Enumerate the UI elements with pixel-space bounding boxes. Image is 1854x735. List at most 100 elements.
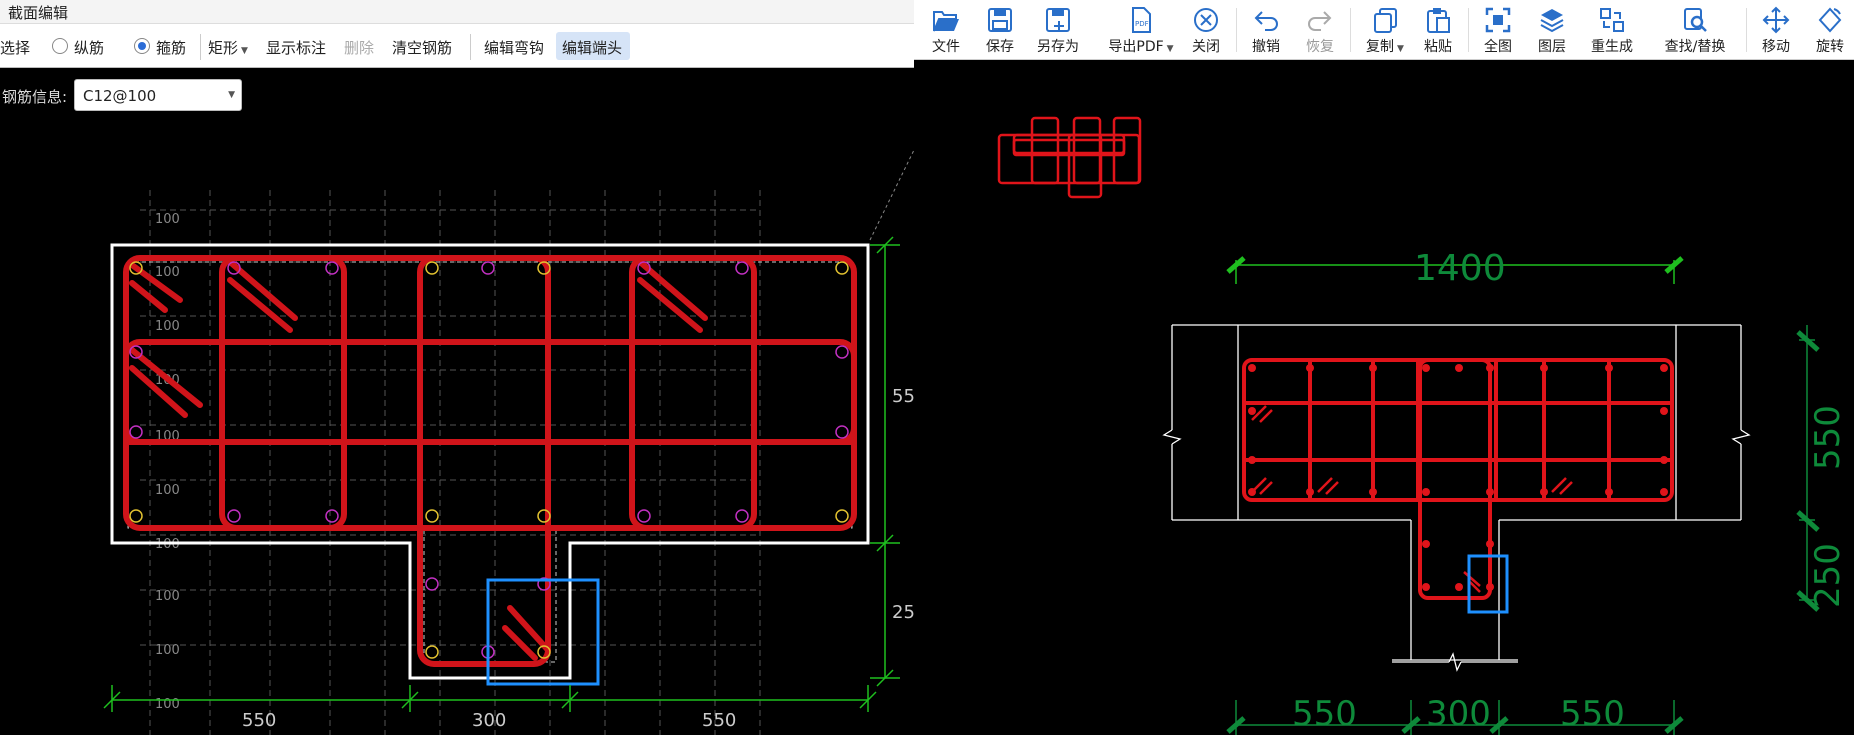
copy-icon — [1374, 8, 1397, 33]
move-label: 移动 — [1762, 39, 1790, 55]
stirrup-label[interactable]: 箍筋 — [156, 37, 186, 58]
cad-viewer-panel: 文件 保存 另存为 PDF 导出PDF ▼ 关闭 撤销 恢复 复制 ▼ 粘贴 全… — [914, 0, 1854, 735]
toolbar-separator — [1746, 8, 1747, 52]
paste-button[interactable]: 粘贴 — [1416, 0, 1460, 60]
grid-label: 100 — [155, 319, 180, 334]
layers-button[interactable]: 图层 — [1530, 0, 1574, 60]
file-label: 文件 — [932, 39, 960, 55]
dim-bottom-left: 550 — [1292, 694, 1357, 734]
copy-button[interactable]: 复制 ▼ — [1358, 0, 1412, 60]
preview-thumbnail — [997, 116, 1142, 199]
longitudinal-radio[interactable] — [52, 38, 68, 54]
move-button[interactable]: 移动 — [1754, 0, 1798, 60]
rebar-cage — [1242, 358, 1674, 600]
file-button[interactable]: 文件 — [926, 0, 966, 60]
regenerate-label: 重生成 — [1591, 39, 1633, 55]
paste-icon — [1427, 8, 1450, 33]
section-toolbar: 选择 纵筋 箍筋 矩形 ▼ 显示标注 删除 清空钢筋 编辑弯钩 编辑端头 — [0, 24, 914, 68]
fit-view-button[interactable]: 全图 — [1476, 0, 1520, 60]
dim-right-bottom: 25 — [892, 602, 914, 623]
chevron-down-icon: ▼ — [1397, 44, 1404, 54]
cad-canvas[interactable]: 1400 550 250 550 300 550 — [914, 60, 1854, 735]
rebar-info-label: 钢筋信息: — [2, 88, 68, 106]
delete-button[interactable]: 删除 — [344, 37, 374, 58]
grid-label: 100 — [155, 212, 180, 227]
redo-label: 恢复 — [1306, 39, 1334, 55]
section-editor-panel: 100 100 100 100 100 100 100 100 100 100 — [0, 0, 914, 735]
dim-bottom-middle: 300 — [472, 710, 506, 731]
regenerate-button[interactable]: 重生成 — [1584, 0, 1640, 60]
chevron-down-icon: ▼ — [1166, 44, 1174, 54]
dim-right-250: 250 — [1808, 543, 1848, 608]
stirrup-radio[interactable] — [134, 38, 150, 54]
close-button[interactable]: 关闭 — [1184, 0, 1228, 60]
grid-lines — [140, 190, 761, 735]
dim-right-550: 550 — [1808, 405, 1848, 470]
rebar-info-select[interactable]: C12@100 ▼ — [74, 79, 242, 111]
select-tool[interactable]: 选择 — [0, 37, 30, 58]
save-button[interactable]: 保存 — [978, 0, 1022, 60]
find-replace-icon — [1684, 8, 1707, 32]
selected-end-highlight — [486, 578, 600, 686]
toolbar-separator — [1468, 8, 1469, 52]
toolbar-separator — [1350, 8, 1351, 52]
undo-button[interactable]: 撤销 — [1244, 0, 1288, 60]
close-circle-icon — [1194, 8, 1218, 32]
clear-rebar-button[interactable]: 清空钢筋 — [392, 37, 452, 58]
save-as-icon — [1046, 8, 1070, 32]
toolbar-separator — [200, 34, 201, 60]
save-as-label: 另存为 — [1037, 39, 1079, 55]
folder-open-icon — [933, 11, 959, 32]
move-icon — [1762, 6, 1790, 34]
paste-label: 粘贴 — [1424, 39, 1452, 55]
fit-view-icon — [1485, 7, 1511, 33]
copy-text: 复制 — [1366, 39, 1395, 55]
cad-toolbar: 文件 保存 另存为 PDF 导出PDF ▼ 关闭 撤销 恢复 复制 ▼ 粘贴 全… — [914, 0, 1854, 60]
find-replace-button[interactable]: 查找/替换 — [1656, 0, 1734, 60]
export-pdf-text: 导出PDF — [1108, 39, 1164, 55]
dim-bottom-right: 550 — [1560, 694, 1625, 734]
stirrup-rebars — [123, 255, 857, 667]
redo-button[interactable]: 恢复 — [1298, 0, 1342, 60]
redo-icon — [1308, 11, 1332, 31]
rotate-icon — [1818, 7, 1842, 33]
undo-icon — [1254, 11, 1278, 31]
dim-bottom-right: 550 — [702, 710, 736, 731]
grid-label: 100 — [155, 265, 180, 280]
edit-hook-button[interactable]: 编辑弯钩 — [484, 37, 544, 58]
save-icon — [988, 8, 1012, 32]
grid-label: 100 — [155, 589, 180, 604]
regenerate-icon — [1600, 8, 1624, 32]
shape-dropdown[interactable]: 矩形 ▼ — [208, 37, 248, 58]
section-outline — [1162, 324, 1751, 672]
save-label: 保存 — [986, 39, 1014, 55]
show-dims-button[interactable]: 显示标注 — [266, 37, 326, 58]
undo-label: 撤销 — [1252, 39, 1280, 55]
shape-label: 矩形 — [208, 39, 239, 57]
export-pdf-label: 导出PDF ▼ — [1104, 36, 1178, 56]
dim-top-1400: 1400 — [1414, 248, 1506, 289]
svg-text:PDF: PDF — [1135, 20, 1149, 28]
find-replace-label: 查找/替换 — [1664, 39, 1726, 55]
layers-label: 图层 — [1538, 39, 1566, 55]
layers-icon — [1540, 9, 1564, 33]
chevron-down-icon: ▼ — [228, 90, 235, 100]
longitudinal-label[interactable]: 纵筋 — [74, 37, 104, 58]
export-pdf-button[interactable]: PDF 导出PDF ▼ — [1104, 0, 1178, 60]
chevron-down-icon: ▼ — [241, 46, 248, 56]
dim-bottom-middle: 300 — [1426, 694, 1491, 734]
edit-end-button[interactable]: 编辑端头 — [562, 37, 622, 58]
rebar-info-value: C12@100 — [83, 87, 157, 105]
toolbar-separator — [470, 34, 471, 60]
toolbar-separator — [1236, 8, 1237, 52]
copy-label: 复制 ▼ — [1358, 36, 1412, 56]
rotate-button[interactable]: 旋转 — [1808, 0, 1852, 60]
dim-bottom-left: 550 — [242, 710, 276, 731]
rotate-label: 旋转 — [1816, 39, 1844, 55]
title-bar: 截面编辑 — [0, 0, 914, 24]
grid-label: 100 — [155, 643, 180, 658]
window-title: 截面编辑 — [8, 4, 69, 22]
fit-view-label: 全图 — [1484, 39, 1512, 55]
save-as-button[interactable]: 另存为 — [1030, 0, 1086, 60]
close-label: 关闭 — [1192, 39, 1220, 55]
